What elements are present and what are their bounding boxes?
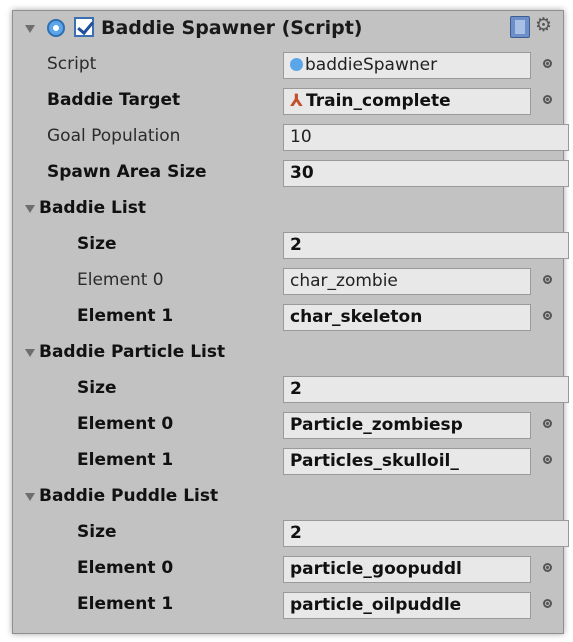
help-book-icon[interactable]: [510, 16, 530, 38]
particle-list-element-1-row: Element 1 Particles_skulloil_: [13, 443, 565, 479]
object-picker-icon[interactable]: [543, 311, 552, 320]
goal-population-label: Goal Population: [47, 126, 181, 146]
puddle-list-element-1-row: Element 1 particle_oilpuddle: [13, 587, 565, 623]
baddie-list-label: Baddie List: [39, 198, 146, 218]
object-picker-icon[interactable]: [543, 419, 552, 428]
script-row: Script baddieSpawner: [13, 47, 565, 83]
element-field[interactable]: particle_goopuddl: [283, 556, 531, 583]
particle-list-size-row: Size 2: [13, 371, 569, 407]
spawn-area-size-label: Spawn Area Size: [47, 162, 207, 182]
baddie-list-element-0-row: Element 0 char_zombie: [13, 263, 565, 299]
baddie-target-field[interactable]: ⅄ Train_complete: [283, 88, 531, 115]
foldout-arrow-icon[interactable]: [25, 349, 35, 357]
baddie-list-header[interactable]: Baddie List: [13, 191, 565, 227]
transform-icon: ⅄: [290, 91, 303, 111]
foldout-arrow-icon[interactable]: [25, 493, 35, 501]
object-picker-icon[interactable]: [543, 275, 552, 284]
puddle-list-size-row: Size 2: [13, 515, 569, 551]
object-picker-icon[interactable]: [543, 455, 552, 464]
size-label: Size: [77, 378, 117, 398]
object-picker-icon[interactable]: [543, 563, 552, 572]
puddle-list-size-field[interactable]: 2: [283, 520, 569, 547]
element-label: Element 1: [77, 450, 174, 470]
inspector-panel: Baddie Spawner (Script) ⚙ Script baddieS…: [12, 10, 569, 634]
size-label: Size: [77, 234, 117, 254]
object-picker-icon[interactable]: [543, 95, 552, 104]
element-label: Element 0: [77, 414, 174, 434]
goal-population-field[interactable]: 10: [283, 124, 569, 151]
object-picker-icon[interactable]: [543, 59, 552, 68]
spawn-area-size-row: Spawn Area Size 30: [13, 155, 569, 191]
element-label: Element 1: [77, 306, 174, 326]
element-label: Element 0: [77, 270, 164, 290]
component-title: Baddie Spawner (Script): [101, 17, 363, 39]
particle-list-size-field[interactable]: 2: [283, 376, 569, 403]
object-picker-icon[interactable]: [543, 599, 552, 608]
script-value: baddieSpawner: [305, 55, 438, 75]
particle-list-element-0-row: Element 0 Particle_zombiesp: [13, 407, 565, 443]
spawn-area-size-field[interactable]: 30: [283, 160, 569, 187]
element-field[interactable]: char_zombie: [283, 268, 531, 295]
element-field[interactable]: Particles_skulloil_: [283, 448, 531, 475]
baddie-list-size-row: Size 2: [13, 227, 569, 263]
element-field[interactable]: Particle_zombiesp: [283, 412, 531, 439]
puddle-list-element-0-row: Element 0 particle_goopuddl: [13, 551, 565, 587]
particle-list-label: Baddie Particle List: [39, 342, 226, 362]
foldout-arrow-icon[interactable]: [25, 205, 35, 213]
baddie-list-size-field[interactable]: 2: [283, 232, 569, 259]
script-file-icon: [290, 58, 303, 71]
baddie-target-row: Baddie Target ⅄ Train_complete: [13, 83, 565, 119]
script-icon: [47, 19, 65, 37]
element-field[interactable]: char_skeleton: [283, 304, 531, 331]
script-field[interactable]: baddieSpawner: [283, 52, 531, 79]
enabled-checkbox[interactable]: [74, 17, 94, 37]
foldout-arrow-icon[interactable]: [25, 25, 35, 33]
baddie-target-value: Train_complete: [306, 91, 451, 111]
baddie-list-element-1-row: Element 1 char_skeleton: [13, 299, 565, 335]
baddie-target-label: Baddie Target: [47, 90, 181, 110]
element-label: Element 1: [77, 594, 174, 614]
size-label: Size: [77, 522, 117, 542]
script-label: Script: [47, 54, 97, 74]
particle-list-header[interactable]: Baddie Particle List: [13, 335, 565, 371]
element-label: Element 0: [77, 558, 174, 578]
puddle-list-label: Baddie Puddle List: [39, 486, 219, 506]
puddle-list-header[interactable]: Baddie Puddle List: [13, 479, 565, 515]
component-header[interactable]: Baddie Spawner (Script) ⚙: [13, 11, 565, 47]
element-field[interactable]: particle_oilpuddle: [283, 592, 531, 619]
goal-population-row: Goal Population 10: [13, 119, 569, 155]
gear-icon[interactable]: ⚙: [535, 14, 552, 36]
